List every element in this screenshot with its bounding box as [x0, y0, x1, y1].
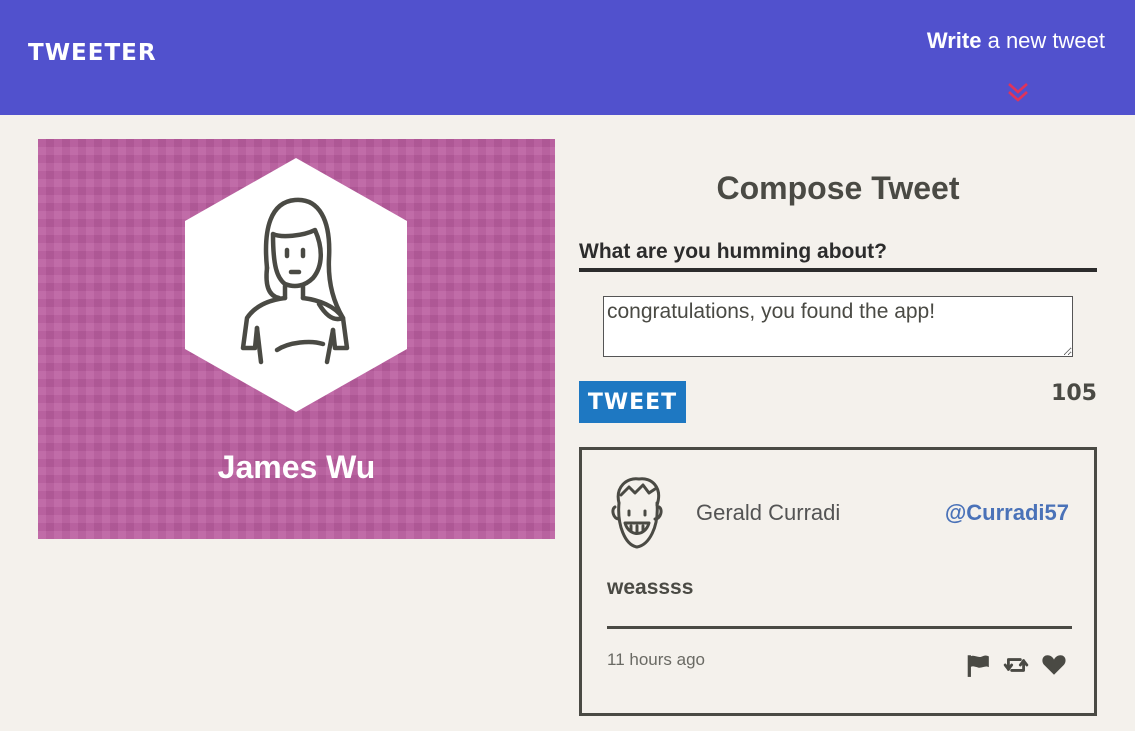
- retweet-icon[interactable]: [1003, 652, 1029, 678]
- write-link-text: a new tweet: [981, 28, 1105, 53]
- tweet-button[interactable]: TWEET: [579, 381, 686, 423]
- double-chevron-down-icon[interactable]: [1006, 81, 1030, 105]
- tweet-timestamp: 11 hours ago: [607, 650, 705, 669]
- tweet-actions: [965, 652, 1067, 678]
- compose-title: Compose Tweet: [716, 170, 960, 206]
- tweet-card: Gerald Curradi @Curradi57 weassss 11 hou…: [579, 447, 1097, 716]
- man-avatar-icon: [611, 477, 663, 549]
- flag-icon[interactable]: [965, 652, 991, 678]
- write-link-bold: Write: [926, 28, 982, 53]
- tweet-text: weassss: [607, 576, 694, 599]
- top-nav: TWEETER Write a new tweet: [0, 0, 1135, 115]
- profile-card: James Wu: [38, 139, 555, 539]
- character-counter: 105: [1051, 381, 1097, 406]
- tweet-author-handle[interactable]: @Curradi57: [945, 500, 1069, 526]
- profile-avatar: [185, 158, 407, 412]
- heart-icon[interactable]: [1041, 652, 1067, 678]
- compose-label: What are you humming about?: [579, 240, 1097, 272]
- brand-logo: TWEETER: [28, 40, 157, 66]
- profile-name: James Wu: [217, 449, 376, 485]
- tweet-divider: [607, 626, 1072, 629]
- tweet-input[interactable]: congratulations, you found the app!: [603, 296, 1073, 357]
- tweet-author-name: Gerald Curradi: [696, 500, 841, 525]
- write-new-tweet-link[interactable]: Write a new tweet: [927, 28, 1105, 54]
